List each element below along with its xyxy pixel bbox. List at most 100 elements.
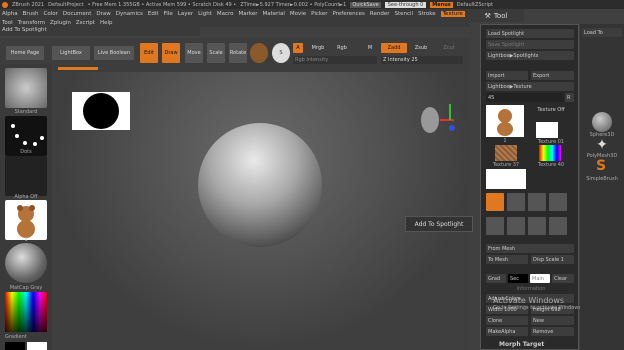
menu-render[interactable]: Render [370, 11, 390, 17]
new-button[interactable]: New [531, 316, 574, 325]
grad-button[interactable]: Grad [486, 274, 506, 283]
s-brush-icon[interactable]: S [272, 43, 290, 63]
texture-thumb-1[interactable] [486, 105, 524, 137]
menu-document[interactable]: Document [63, 11, 92, 17]
to-mesh-button[interactable]: To Mesh [486, 255, 528, 264]
color-picker[interactable] [5, 292, 47, 332]
simplebrush-icon[interactable]: S [592, 158, 610, 176]
information-label[interactable]: Information [486, 285, 574, 292]
load-spotlight-button[interactable]: Load Spotlight [486, 29, 574, 38]
texture-thumbnail-bear[interactable] [5, 200, 47, 240]
rgb-intensity-slider[interactable]: Rgb Intensity [293, 56, 377, 64]
import-button[interactable]: Import [486, 71, 528, 80]
custom-menu-row: Add To Spotlight [0, 27, 200, 36]
menus-toggle[interactable]: Menus [430, 1, 453, 8]
tool-tab[interactable]: ⚒ Tool [468, 9, 524, 22]
clone-button[interactable]: Clone [486, 316, 528, 325]
see-through-slider[interactable]: See-through 0 [384, 1, 427, 8]
sec-color-button[interactable]: Sec [508, 274, 528, 283]
lightbox-texture-button[interactable]: Lightbox▶Texture [486, 82, 574, 91]
move-button[interactable]: Move [185, 43, 203, 63]
load-tool-button[interactable]: Load To [582, 28, 622, 37]
menu-movie[interactable]: Movie [290, 11, 306, 17]
menu-zscript[interactable]: Zscript [76, 20, 95, 26]
spotlight-tool-icon[interactable] [549, 193, 567, 211]
remove-button[interactable]: Remove [531, 327, 574, 336]
main-color-swatch[interactable] [5, 342, 25, 350]
zcut-button[interactable]: Zcut [438, 43, 460, 53]
main-color-button[interactable]: Main [530, 274, 550, 283]
brush-standard-icon[interactable] [5, 68, 47, 108]
a-toggle-button[interactable]: A [293, 43, 303, 53]
lightbox-spotlights-button[interactable]: Lightbox▶Spotlights [486, 51, 574, 60]
menu-zplugin[interactable]: Zplugin [50, 20, 71, 26]
menu-edit[interactable]: Edit [148, 11, 159, 17]
menu-macro[interactable]: Macro [217, 11, 234, 17]
menu-help[interactable]: Help [100, 20, 113, 26]
spotlight-tool-icon[interactable] [549, 216, 567, 235]
menu-material[interactable]: Material [263, 11, 285, 17]
texture-01-thumb[interactable] [536, 122, 558, 138]
r-button[interactable]: R [565, 93, 574, 102]
scale-button[interactable]: Scale [207, 43, 225, 63]
spotlight-tool-icon[interactable] [507, 193, 525, 211]
navigation-head-gizmo[interactable] [416, 100, 455, 140]
menu-stroke[interactable]: Stroke [418, 11, 436, 17]
clear-button[interactable]: Clear [552, 274, 574, 283]
zsub-button[interactable]: Zsub [410, 43, 432, 53]
texture-thumb-selected[interactable] [486, 169, 526, 189]
secondary-color-swatch[interactable] [27, 342, 47, 350]
mrgb-button[interactable]: Mrgb [307, 43, 329, 53]
menu-texture[interactable]: Texture [440, 10, 465, 17]
rotate-button[interactable]: Rotate [229, 43, 247, 63]
menu-picker[interactable]: Picker [311, 11, 327, 17]
menu-tool[interactable]: Tool [2, 20, 13, 26]
morph-target-header[interactable]: Morph Target [499, 341, 579, 349]
texture-40-thumb[interactable] [539, 145, 561, 161]
material-sphere-icon[interactable] [250, 43, 268, 63]
menu-light[interactable]: Light [198, 11, 212, 17]
alpha-thumbnail[interactable] [5, 156, 47, 196]
texture-thumb-1-label: 1 [503, 138, 507, 144]
live-boolean-button[interactable]: Live Boolean [94, 46, 134, 60]
matcap-gray-icon[interactable] [5, 243, 47, 283]
menu-preferences[interactable]: Preferences [333, 11, 365, 17]
menu-add-to-spotlight[interactable]: Add To Spotlight [2, 27, 47, 33]
polymesh-star-icon[interactable]: ✦ [594, 137, 610, 153]
menu-color[interactable]: Color [44, 11, 58, 17]
lightbox-button[interactable]: LightBox [52, 46, 90, 60]
menu-draw[interactable]: Draw [96, 11, 110, 17]
spotlight-tool-icon[interactable] [507, 216, 525, 235]
spotlight-tool-icon[interactable] [486, 216, 504, 235]
menu-alpha[interactable]: Alpha [2, 11, 18, 17]
texture-off-label[interactable]: Texture Off [531, 107, 571, 121]
texture-37-thumb[interactable] [495, 145, 517, 161]
from-mesh-button[interactable]: From Mesh [486, 244, 574, 253]
menu-layer[interactable]: Layer [178, 11, 193, 17]
save-spotlight-button[interactable]: Save Spotlight [486, 40, 574, 49]
z-intensity-slider[interactable]: Z Intensity 25 [381, 56, 463, 64]
sphere3d-tool-icon[interactable] [592, 112, 612, 132]
spotlight-tool-icon[interactable] [528, 216, 546, 235]
disp-scale-slider[interactable]: Disp Scale 1 [531, 255, 574, 264]
thumbnail-size-slider[interactable]: 45 [486, 93, 564, 102]
menu-file[interactable]: File [164, 11, 173, 17]
spotlight-tool-icon[interactable] [486, 193, 504, 211]
edit-button[interactable]: Edit [140, 43, 158, 63]
sphere3d-mesh[interactable] [198, 123, 322, 247]
menu-marker[interactable]: Marker [239, 11, 258, 17]
export-button[interactable]: Export [531, 71, 574, 80]
default-zscript[interactable]: DefaultZScript [457, 2, 493, 8]
zadd-button[interactable]: Zadd [381, 43, 407, 53]
menu-stencil[interactable]: Stencil [394, 11, 413, 17]
home-page-button[interactable]: Home Page [6, 46, 44, 60]
rgb-button[interactable]: Rgb [335, 43, 349, 53]
menu-brush[interactable]: Brush [23, 11, 39, 17]
draw-button[interactable]: Draw [162, 43, 180, 63]
quicksave-button[interactable]: QuickSave [350, 1, 381, 8]
make-alpha-button[interactable]: MakeAlpha [486, 327, 528, 336]
menu-dynamics[interactable]: Dynamics [116, 11, 143, 17]
menu-transform[interactable]: Transform [18, 20, 45, 26]
m-button[interactable]: M [365, 43, 375, 53]
spotlight-tool-icon[interactable] [528, 193, 546, 211]
